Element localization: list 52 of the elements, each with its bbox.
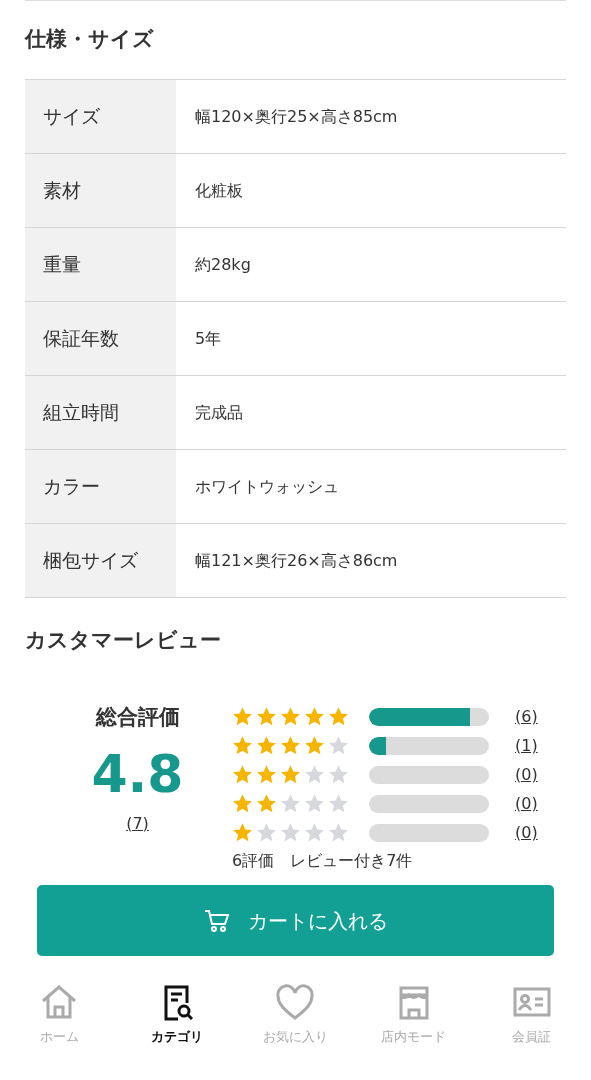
star-icon [304, 793, 325, 814]
star-icon [304, 822, 325, 843]
rating-summary: 6評価 レビュー付き7件 [232, 850, 414, 872]
star-icon [232, 735, 253, 756]
star-icon [280, 793, 301, 814]
star-icon [256, 735, 277, 756]
star-icon [304, 706, 325, 727]
star-icon [280, 822, 301, 843]
star-icon [304, 735, 325, 756]
star-icon [328, 793, 349, 814]
cart-icon [203, 908, 230, 933]
rating-count-link[interactable]: (0) [515, 820, 538, 845]
star-icon [256, 822, 277, 843]
spec-label: 梱包サイズ [25, 524, 176, 597]
star-icon [328, 735, 349, 756]
nav-tab[interactable]: カテゴリ [118, 982, 237, 1048]
spec-label: 素材 [25, 154, 176, 227]
spec-value: 幅121×奥行26×高さ86cm [194, 549, 398, 572]
star-icon [280, 706, 301, 727]
star-icon [232, 793, 253, 814]
spec-label: 重量 [25, 228, 176, 301]
overall-label: 総合評価 [95, 704, 180, 731]
star-icon [304, 764, 325, 785]
star-icon [328, 764, 349, 785]
spec-label: 保証年数 [25, 302, 176, 375]
star-icon [256, 764, 277, 785]
star-icon [256, 706, 277, 727]
review-count-link[interactable]: (7) [126, 811, 149, 836]
star-icon [328, 706, 349, 727]
spec-value: 約28kg [194, 253, 251, 276]
star-icon [328, 822, 349, 843]
star-icon [232, 764, 253, 785]
rating-count-link[interactable]: (6) [515, 704, 538, 729]
rating-count-link[interactable]: (0) [515, 762, 538, 787]
star-icon [280, 735, 301, 756]
rating-count-link[interactable]: (0) [515, 791, 538, 816]
spec-value: 幅120×奥行25×高さ85cm [194, 105, 398, 128]
spec-value: 完成品 [194, 401, 243, 424]
rating-count-link[interactable]: (1) [515, 733, 538, 758]
spec-value: ホワイトウォッシュ [194, 475, 339, 498]
star-icon [232, 706, 253, 727]
star-icon [280, 764, 301, 785]
spec-value: 化粧板 [194, 179, 243, 202]
rating-score: 4.8 [91, 747, 184, 800]
star-icon [232, 822, 253, 843]
spec-label: 組立時間 [25, 376, 176, 449]
spec-value: 5年 [194, 327, 222, 350]
section-title: 仕様・サイズ [25, 27, 154, 53]
spec-label: サイズ [25, 80, 176, 153]
section-title: カスタマーレビュー [25, 628, 221, 654]
star-icon [256, 793, 277, 814]
spec-label: カラー [25, 450, 176, 523]
